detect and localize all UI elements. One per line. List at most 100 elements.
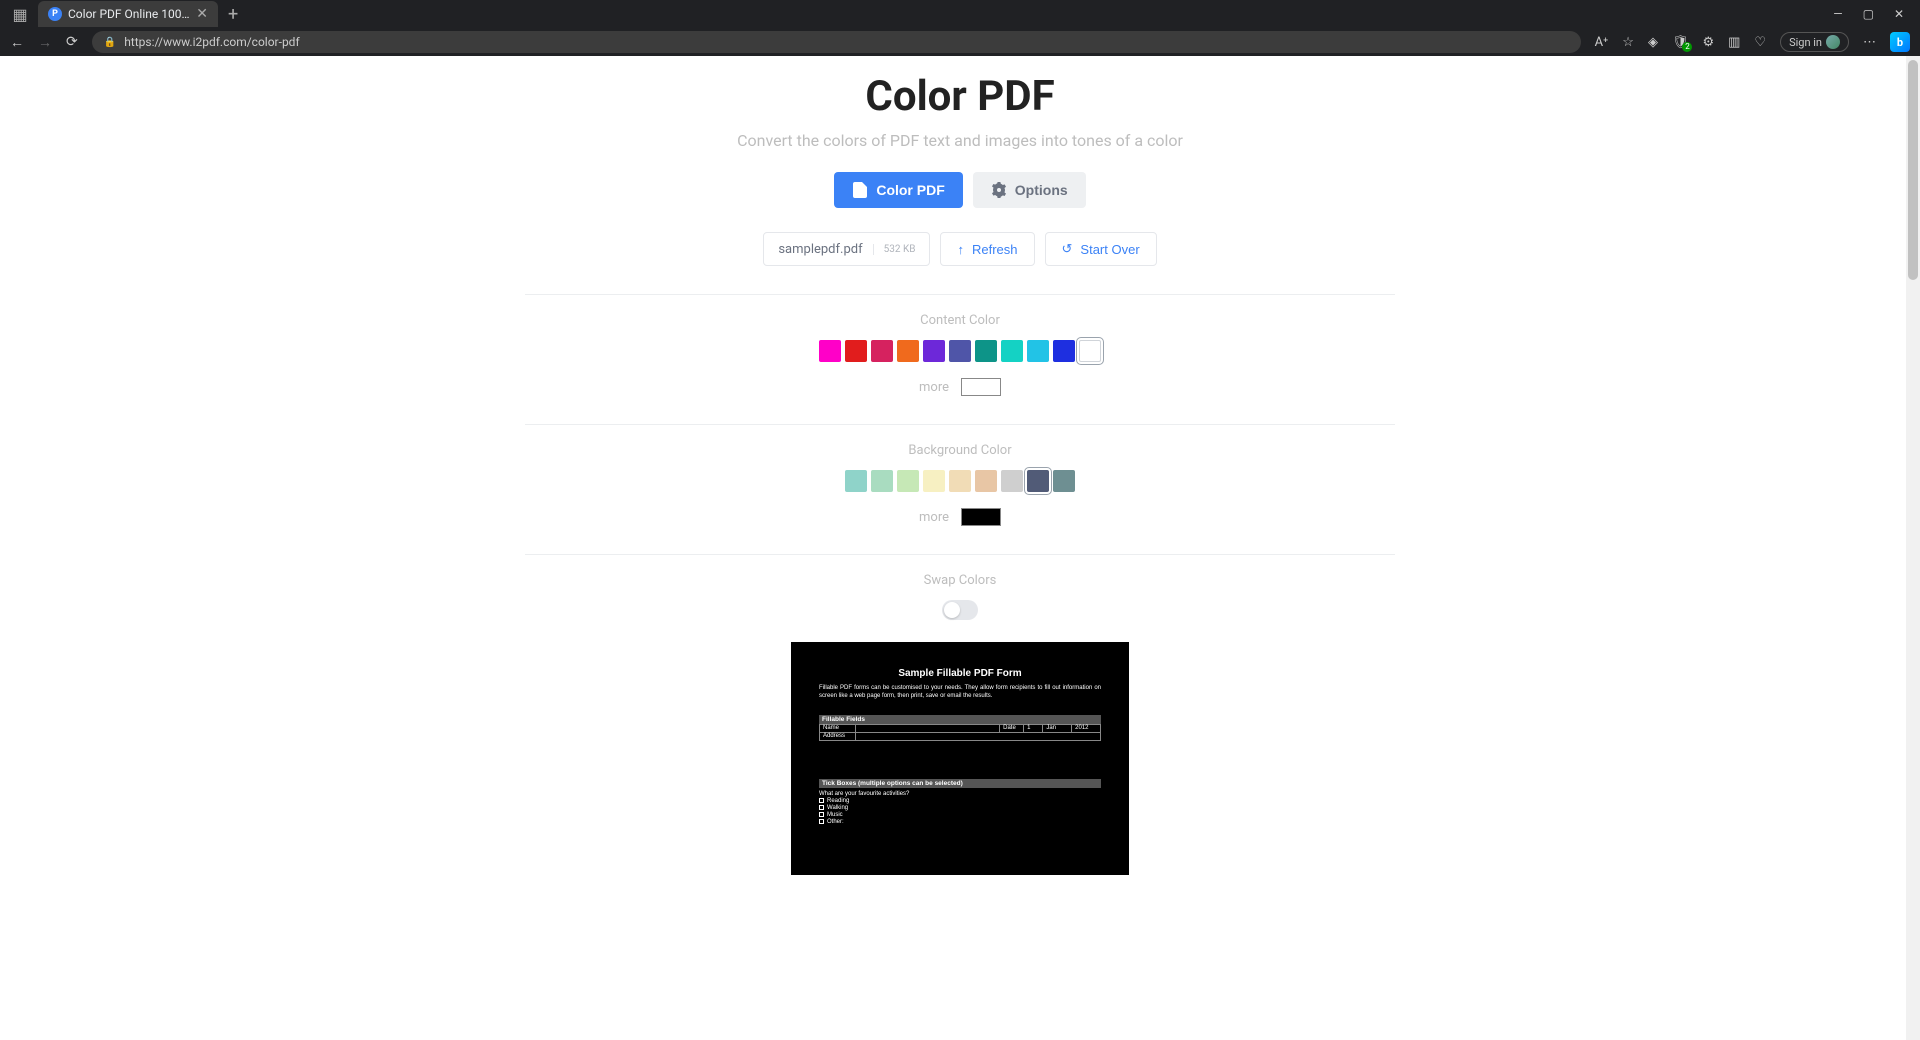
- color-swatch[interactable]: [949, 470, 971, 492]
- preview-tick-list: ReadingWalkingMusicOther:: [819, 798, 1101, 825]
- address-bar[interactable]: 🔒 https://www.i2pdf.com/color-pdf: [92, 31, 1581, 53]
- color-pdf-button[interactable]: Color PDF: [834, 172, 962, 208]
- preview-desc: Fillable PDF forms can be customised to …: [819, 685, 1101, 701]
- preview-fillable-heading: Fillable Fields: [819, 715, 1101, 724]
- color-swatch[interactable]: [1027, 470, 1049, 492]
- content-more-row: more: [520, 378, 1400, 396]
- checkbox-icon: [819, 812, 824, 817]
- file-name: samplepdf.pdf: [778, 242, 862, 257]
- color-swatch[interactable]: [923, 340, 945, 362]
- color-swatch[interactable]: [1079, 340, 1101, 362]
- preview-date-year: 2012: [1072, 724, 1101, 732]
- color-swatch[interactable]: [1001, 340, 1023, 362]
- color-swatch[interactable]: [845, 470, 867, 492]
- options-button[interactable]: Options: [973, 172, 1086, 208]
- file-chip: samplepdf.pdf 532 KB: [763, 232, 930, 266]
- refresh-button[interactable]: ↑ Refresh: [940, 232, 1034, 266]
- color-swatch[interactable]: [897, 340, 919, 362]
- preview-tick-item: Other:: [819, 819, 1101, 825]
- background-more-label: more: [919, 510, 949, 525]
- minimize-icon[interactable]: —: [1833, 7, 1842, 21]
- shield-icon[interactable]: 🛡2: [1672, 35, 1689, 50]
- content-color-swatches: [520, 340, 1400, 362]
- page-title: Color PDF: [520, 72, 1400, 121]
- bing-icon[interactable]: b: [1890, 32, 1910, 52]
- lock-icon: 🔒: [104, 37, 116, 48]
- color-swatch[interactable]: [819, 340, 841, 362]
- close-window-icon[interactable]: ✕: [1894, 7, 1904, 21]
- file-icon: [852, 182, 868, 198]
- browser-chrome: ▦ P Color PDF Online 100% Free | i2P ✕ +…: [0, 0, 1920, 56]
- background-color-swatches: [520, 470, 1400, 492]
- swap-colors-toggle[interactable]: [942, 600, 978, 620]
- scrollbar-thumb[interactable]: [1908, 60, 1918, 280]
- gear-icon: [991, 182, 1007, 198]
- background-more-color[interactable]: [961, 508, 1001, 526]
- read-aloud-icon[interactable]: A⁺: [1595, 35, 1609, 50]
- more-icon[interactable]: ⋯: [1863, 35, 1876, 50]
- background-color-label: Background Color: [520, 443, 1400, 458]
- back-icon[interactable]: ←: [10, 34, 24, 51]
- window-controls: — ▢ ✕: [1833, 7, 1920, 21]
- preview-tick-item: Music: [819, 812, 1101, 818]
- color-swatch[interactable]: [1053, 470, 1075, 492]
- preview-tick-item: Reading: [819, 798, 1101, 804]
- preview-tick-item: Walking: [819, 805, 1101, 811]
- color-swatch[interactable]: [949, 340, 971, 362]
- toolbar-right: A⁺ ☆ ◈ 🛡2 ⚙ ▥ ♡ Sign in ⋯ b: [1595, 32, 1910, 52]
- color-swatch[interactable]: [1053, 340, 1075, 362]
- color-swatch[interactable]: [897, 470, 919, 492]
- main-content: Color PDF Convert the colors of PDF text…: [520, 56, 1400, 915]
- undo-icon: ↺: [1062, 241, 1073, 257]
- refresh-icon[interactable]: ⟳: [66, 34, 78, 50]
- background-more-row: more: [520, 508, 1400, 526]
- preview-date-month: Jan: [1043, 724, 1072, 732]
- preview-date-label: Date: [1000, 724, 1024, 732]
- preview-date-day: 1: [1024, 724, 1043, 732]
- tab-title: Color PDF Online 100% Free | i2P: [68, 7, 190, 21]
- color-swatch[interactable]: [1027, 340, 1049, 362]
- preview-tick-question: What are your favourite activities?: [819, 791, 1101, 797]
- file-row: samplepdf.pdf 532 KB ↑ Refresh ↺ Start O…: [520, 232, 1400, 266]
- performance-icon[interactable]: ♡: [1754, 35, 1766, 50]
- sign-in-button[interactable]: Sign in: [1780, 32, 1849, 52]
- checkbox-icon: [819, 819, 824, 824]
- new-tab-button[interactable]: +: [228, 4, 238, 25]
- url-text: https://www.i2pdf.com/color-pdf: [124, 35, 299, 49]
- page-subtitle: Convert the colors of PDF text and image…: [520, 131, 1400, 150]
- checkbox-icon: [819, 798, 824, 803]
- maximize-icon[interactable]: ▢: [1863, 7, 1874, 21]
- color-swatch[interactable]: [923, 470, 945, 492]
- checkbox-icon: [819, 805, 824, 810]
- collections-icon[interactable]: ▥: [1728, 35, 1740, 50]
- color-swatch[interactable]: [1001, 470, 1023, 492]
- color-swatch[interactable]: [871, 470, 893, 492]
- tracking-icon[interactable]: ◈: [1648, 35, 1658, 50]
- swap-colors-label: Swap Colors: [520, 573, 1400, 588]
- page: Color PDF Convert the colors of PDF text…: [0, 56, 1920, 1040]
- favicon-icon: P: [48, 7, 62, 21]
- preview-name-label: Name: [820, 724, 856, 732]
- color-swatch[interactable]: [975, 340, 997, 362]
- settings-icon[interactable]: ⚙: [1702, 35, 1714, 50]
- start-over-button[interactable]: ↺ Start Over: [1045, 232, 1157, 266]
- avatar-icon: [1826, 35, 1840, 49]
- scrollbar[interactable]: [1906, 56, 1920, 1040]
- browser-tab[interactable]: P Color PDF Online 100% Free | i2P ✕: [38, 1, 218, 27]
- forward-icon[interactable]: →: [38, 34, 52, 51]
- tab-actions-icon[interactable]: ▦: [8, 2, 32, 26]
- action-row: Color PDF Options: [520, 172, 1400, 208]
- browser-toolbar: ← → ⟳ 🔒 https://www.i2pdf.com/color-pdf …: [0, 28, 1920, 56]
- content-color-label: Content Color: [520, 313, 1400, 328]
- color-swatch[interactable]: [845, 340, 867, 362]
- preview-table: Name Date 1 Jan 2012 Address: [819, 724, 1101, 741]
- preview-address-label: Address: [820, 732, 856, 740]
- color-swatch[interactable]: [871, 340, 893, 362]
- color-swatch[interactable]: [975, 470, 997, 492]
- content-more-color[interactable]: [961, 378, 1001, 396]
- close-tab-icon[interactable]: ✕: [196, 6, 208, 22]
- pdf-preview: Sample Fillable PDF Form Fillable PDF fo…: [791, 642, 1129, 875]
- preview-title: Sample Fillable PDF Form: [819, 668, 1101, 679]
- upload-icon: ↑: [957, 242, 964, 257]
- favorite-icon[interactable]: ☆: [1622, 35, 1634, 50]
